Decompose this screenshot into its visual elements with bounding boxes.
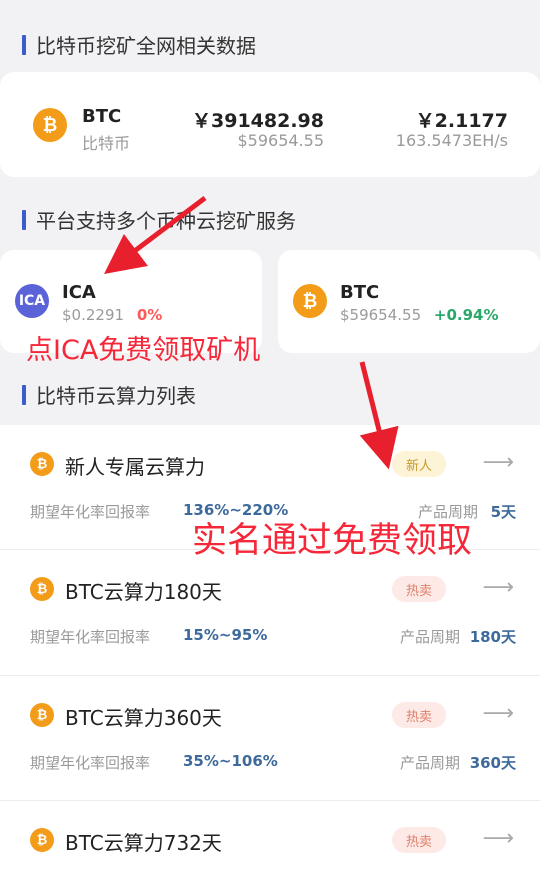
coin-symbol: BTC	[340, 282, 380, 303]
period-label: 产品周期	[399, 754, 460, 772]
section-title-text: 比特币挖矿全网相关数据	[36, 34, 256, 58]
section-title-hashlist: 比特币云算力列表	[22, 380, 196, 409]
bitcoin-icon: ₿	[33, 108, 67, 142]
rate-value: 35%~106%	[183, 752, 278, 770]
coin-change: 0%	[136, 306, 163, 324]
section-title-network: 比特币挖矿全网相关数据	[22, 30, 256, 59]
product-name: 新人专属云算力	[65, 455, 205, 479]
arrow-right-icon: ⟶	[482, 575, 514, 600]
product-item-180[interactable]: ₿ BTC云算力180天 热卖 ⟶ 期望年化率回报率 15%~95% 产品周期 …	[0, 550, 540, 675]
coin-price: $59654.55	[340, 306, 422, 324]
network-hashrate: 163.5473EH/s	[395, 131, 508, 150]
coin-symbol: ICA	[62, 282, 96, 303]
coin-card-btc[interactable]: ₿ BTC $59654.55 +0.94%	[278, 250, 540, 353]
coin-quote: $0.2291 0%	[62, 306, 162, 324]
mining-reward: ￥2.1177	[415, 110, 508, 132]
section-bar	[22, 384, 26, 405]
bitcoin-icon: ₿	[30, 452, 54, 476]
badge-hot: 热卖	[392, 827, 446, 853]
section-title-text: 比特币云算力列表	[36, 384, 196, 408]
coin-price: $0.2291	[62, 306, 125, 324]
annotation-ica-tip: 点ICA免费领取矿机	[26, 335, 261, 366]
arrow-right-icon: ⟶	[482, 826, 514, 851]
product-item-360[interactable]: ₿ BTC云算力360天 热卖 ⟶ 期望年化率回报率 35%~106% 产品周期…	[0, 676, 540, 800]
bitcoin-icon: ₿	[30, 577, 54, 601]
period-value: 180天	[469, 628, 516, 646]
section-title-text: 平台支持多个币种云挖矿服务	[36, 209, 296, 233]
badge-hot: 热卖	[392, 702, 446, 728]
rate-label: 期望年化率回报率	[30, 754, 151, 772]
arrow-right-icon: ⟶	[482, 450, 514, 475]
price-cny: ￥391482.98	[192, 110, 324, 132]
price-usd: $59654.55	[237, 131, 324, 150]
bitcoin-icon: ₿	[30, 828, 54, 852]
coin-symbol: BTC	[82, 106, 122, 127]
coin-quote: $59654.55 +0.94%	[340, 306, 499, 324]
bitcoin-icon: ₿	[293, 284, 327, 318]
product-item-732[interactable]: ₿ BTC云算力732天 热卖 ⟶	[0, 801, 540, 883]
annotation-verify-tip: 实名通过免费领取	[192, 521, 473, 561]
period-label: 产品周期	[399, 628, 460, 646]
rate-label: 期望年化率回报率	[30, 503, 151, 521]
coin-change: +0.94%	[433, 306, 499, 324]
period-value: 5天	[490, 503, 516, 521]
bitcoin-icon: ₿	[30, 703, 54, 727]
product-name: BTC云算力732天	[65, 831, 222, 855]
coin-name: 比特币	[82, 134, 131, 153]
product-name: BTC云算力360天	[65, 706, 222, 730]
period-value: 360天	[469, 754, 516, 772]
network-data-card: ₿ BTC 比特币 ￥391482.98 $59654.55 ￥2.1177 1…	[0, 72, 540, 177]
section-bar	[22, 34, 26, 55]
rate-value: 15%~95%	[183, 626, 268, 644]
badge-hot: 热卖	[392, 576, 446, 602]
arrow-right-icon: ⟶	[482, 701, 514, 726]
rate-label: 期望年化率回报率	[30, 628, 151, 646]
badge-new: 新人	[392, 451, 446, 477]
product-name: BTC云算力180天	[65, 580, 222, 604]
ica-icon: ICA	[15, 284, 49, 318]
section-bar	[22, 209, 26, 230]
section-title-services: 平台支持多个币种云挖矿服务	[22, 205, 296, 234]
